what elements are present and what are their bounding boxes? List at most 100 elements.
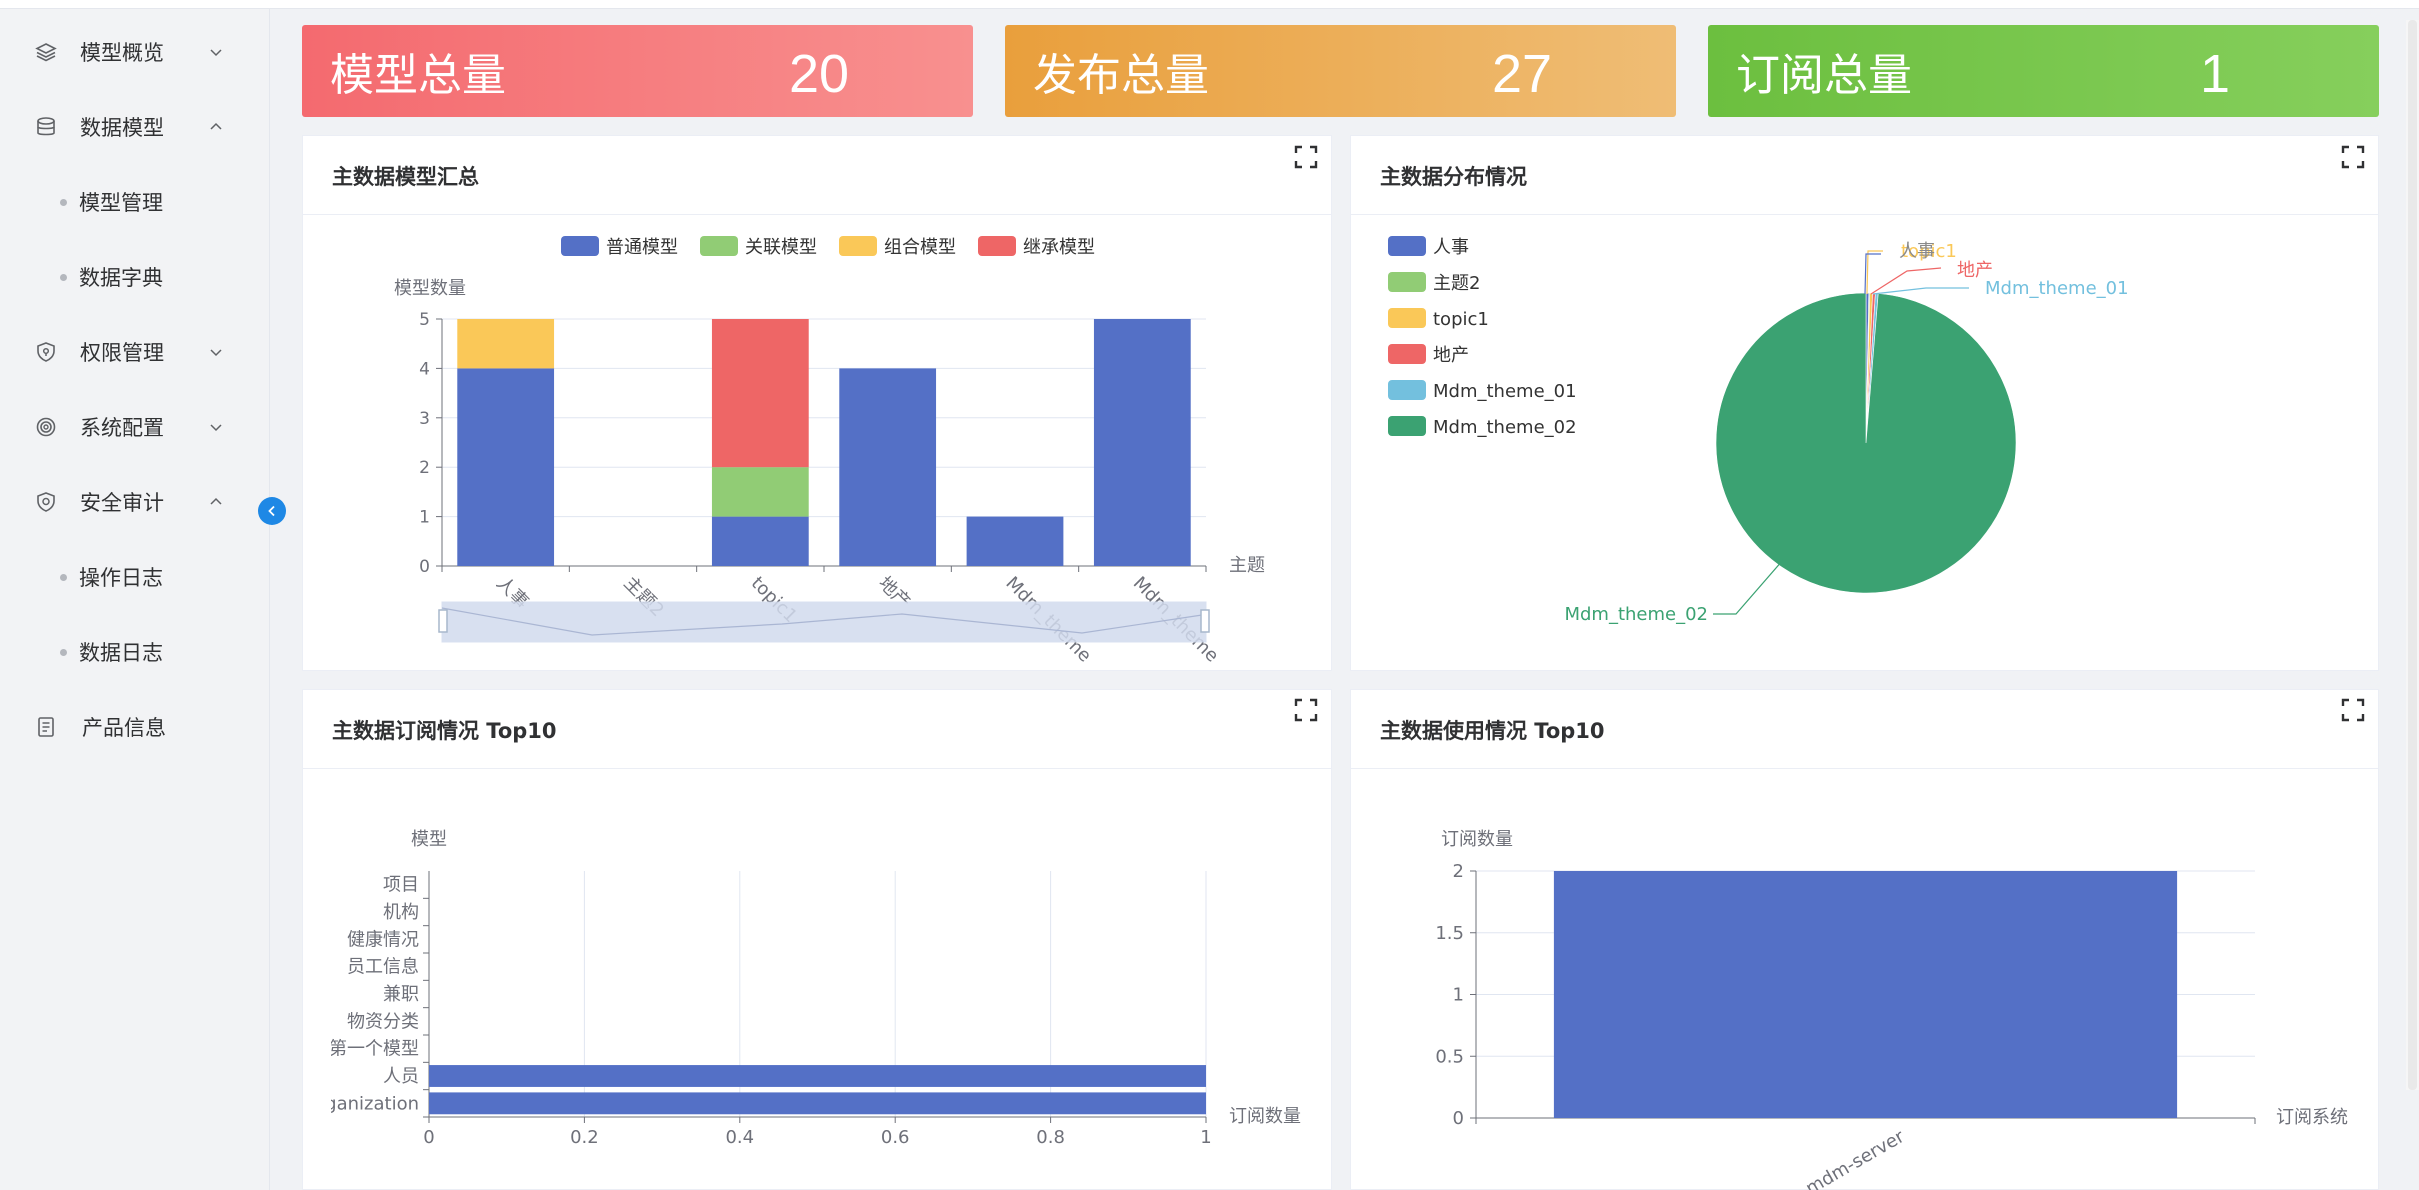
y-axis-title: 订阅数量	[1441, 829, 1513, 850]
horizontal-bar-chart: 0 0.2 0.4 0.6 0.8 1 模型订阅数量 ganization 人员 第一个模型 物资分…	[303, 829, 1301, 1148]
pie-slice	[1715, 292, 2017, 594]
bullet-dot	[60, 648, 67, 656]
y-axis-title: 模型数量	[394, 278, 466, 299]
pie-label: Mdm_theme_01	[1985, 278, 2129, 299]
sidebar-subitem-model-management[interactable]: 模型管理	[0, 174, 270, 230]
x-tick-label: 0	[423, 1127, 434, 1148]
x-axis-title: 主题	[1229, 555, 1265, 576]
legend-label: 继承模型	[1023, 237, 1095, 258]
stat-label: 发布总量	[1033, 50, 1209, 101]
y-tick-label: 3	[419, 409, 430, 429]
zoom-handle-left	[438, 609, 448, 633]
sidebar-collapse-button[interactable]	[258, 497, 286, 525]
bullet-dot	[60, 273, 67, 281]
shield-icon	[34, 340, 58, 364]
stat-value: 27	[1492, 44, 1553, 104]
zoom-slider-track	[441, 601, 1207, 643]
bar-segment	[711, 319, 809, 468]
shield-check-icon	[34, 490, 58, 514]
bullet-dot	[60, 573, 67, 581]
legend-swatch	[1388, 272, 1426, 292]
bullet-dot	[60, 198, 67, 206]
sidebar-item-permissions[interactable]: 权限管理	[0, 322, 270, 382]
bar-segment	[966, 516, 1064, 566]
legend-label: Mdm_theme_01	[1433, 381, 1577, 402]
y-tick-label: 1	[1453, 985, 1464, 1006]
sidebar-subitem-data-dictionary[interactable]: 数据字典	[0, 249, 270, 305]
legend-label: 地产	[1433, 345, 1469, 366]
scrollbar-thumb[interactable]	[2408, 20, 2417, 1090]
y-tick-label: 2	[1453, 861, 1464, 882]
x-tick-label: 0.6	[881, 1127, 910, 1148]
page-scrollbar[interactable]	[2406, 20, 2419, 1090]
y-tick-label: 第一个模型	[329, 1039, 419, 1060]
y-tick-label: 物资分类	[347, 1011, 419, 1032]
legend-swatch	[1388, 344, 1426, 364]
y-tick-label: 兼职	[383, 984, 419, 1005]
x-tick-label: 0.4	[725, 1127, 754, 1148]
y-tick-label: 0.5	[1435, 1046, 1464, 1067]
x-axis-title: 订阅系统	[2276, 1107, 2348, 1128]
pie-label: Mdm_theme_02	[1564, 604, 1708, 625]
sidebar-item-system-config[interactable]: 系统配置	[0, 397, 270, 457]
pie-chart: 人事主题2topic1地产Mdm_theme_01Mdm_theme_02top…	[1388, 236, 2129, 625]
bar-segment	[457, 368, 555, 566]
sidebar-item-model-overview[interactable]: 模型概览	[0, 22, 270, 82]
bar-segment	[711, 467, 809, 517]
bar-segment	[1093, 319, 1191, 566]
sidebar-subitem-data-log[interactable]: 数据日志	[0, 624, 270, 680]
legend-label: 人事	[1433, 237, 1469, 258]
y-tick-label: 1	[419, 508, 430, 528]
x-tick-label: 1	[1200, 1127, 1211, 1148]
sidebar-item-label: 系统配置	[80, 416, 164, 440]
x-tick-label: 0.8	[1036, 1127, 1065, 1148]
bar-segment	[711, 516, 809, 566]
y-tick-label: 项目	[383, 875, 419, 896]
usage-bar-chart: 0 0.5 1 1.5 2 订阅数量订阅系统 mdm-server	[1435, 829, 2348, 1190]
settings-icon	[34, 415, 58, 439]
sidebar-subitem-label: 数据日志	[79, 641, 163, 665]
bar-segment	[839, 368, 937, 566]
sidebar-item-label: 安全审计	[80, 491, 164, 515]
zoom-handle-right	[1200, 609, 1210, 633]
x-axis-title: 订阅数量	[1229, 1106, 1301, 1127]
layers-icon	[34, 40, 58, 64]
label-clip-mask	[303, 850, 331, 1140]
stat-card-publish-total: 发布总量 27	[1005, 25, 1676, 117]
sidebar-item-data-model[interactable]: 数据模型	[0, 97, 270, 157]
y-tick-label: 0	[1453, 1108, 1464, 1129]
legend-swatch	[700, 236, 738, 256]
leader-line	[1713, 559, 1784, 615]
bar-segment	[457, 319, 555, 369]
top-bar	[0, 0, 2419, 9]
y-tick-label: 2	[419, 458, 430, 478]
stat-value: 20	[789, 44, 850, 104]
chevron-down-icon	[208, 344, 224, 360]
legend-swatch	[839, 236, 877, 256]
chevron-up-icon	[208, 119, 224, 135]
bar	[1553, 871, 2178, 1118]
x-tick-label: mdm-server	[1802, 1126, 1908, 1190]
document-icon	[34, 715, 58, 739]
legend-swatch	[1388, 416, 1426, 436]
sidebar-subitem-operation-log[interactable]: 操作日志	[0, 549, 270, 605]
y-tick-label: 5	[419, 310, 430, 330]
bar	[429, 1092, 1206, 1115]
sidebar-subitem-label: 操作日志	[79, 566, 163, 590]
sidebar-item-security-audit[interactable]: 安全审计	[0, 472, 270, 532]
legend-label: topic1	[1433, 309, 1489, 330]
y-tick-label: ganization	[325, 1093, 419, 1114]
pie-label: 人事	[1899, 241, 1935, 262]
y-tick-label: 机构	[383, 902, 419, 923]
y-tick-label: 1.5	[1435, 923, 1464, 944]
legend-label: 关联模型	[745, 237, 817, 258]
sidebar-subitem-label: 模型管理	[79, 191, 163, 215]
y-tick-label: 员工信息	[347, 957, 419, 978]
legend-swatch	[978, 236, 1016, 256]
sidebar-item-label: 产品信息	[82, 716, 166, 740]
stat-label: 模型总量	[330, 50, 506, 101]
sidebar-item-product-info[interactable]: 产品信息	[0, 697, 270, 757]
bar	[429, 1065, 1206, 1087]
panel-usage-top10: 主数据使用情况 Top10 0 0.5 1 1.5 2 订阅数量 订阅系统 mdm-serve…	[1350, 689, 2379, 1190]
y-tick-label: 人员	[383, 1066, 419, 1087]
